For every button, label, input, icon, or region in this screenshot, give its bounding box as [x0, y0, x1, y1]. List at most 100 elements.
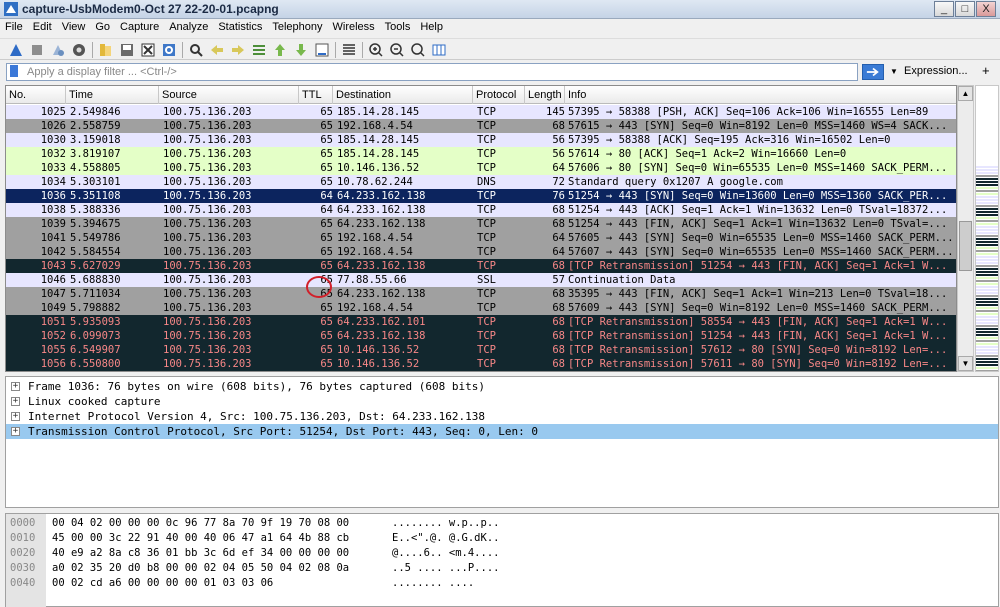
column-header-info[interactable]: Info	[565, 86, 956, 104]
column-header-destination[interactable]: Destination	[333, 86, 473, 104]
packet-destination: 64.233.162.138	[337, 330, 426, 342]
filter-bookmark-icon[interactable]	[10, 65, 18, 77]
byte-offset[interactable]: 0020	[10, 546, 35, 561]
byte-hex[interactable]: 40 e9 a2 8a c8 36 01 bb 3c 6d ef 34 00 0…	[52, 546, 349, 561]
packet-minimap[interactable]	[975, 85, 999, 372]
packet-list: No. Time Source TTL Destination Protocol…	[5, 85, 957, 372]
column-header-source[interactable]: Source	[159, 86, 299, 104]
table-row[interactable]: 1056 6.550800 100.75.136.203 65 10.146.136.5…	[6, 357, 956, 371]
byte-hex[interactable]: 00 04 02 00 00 00 0c 96 77 8a 70 9f 19 7…	[52, 516, 349, 531]
go-last-packet-icon[interactable]	[293, 42, 309, 58]
scrollbar-thumb[interactable]	[959, 221, 972, 271]
table-row[interactable]: 1030 3.159018 100.75.136.203 65 185.14.28.14…	[6, 133, 956, 147]
capture-options-icon[interactable]	[71, 42, 87, 58]
table-row[interactable]: 1043 5.627029 100.75.136.203 65 64.233.162.1…	[6, 259, 956, 273]
display-filter-input[interactable]: Apply a display filter ... <Ctrl-/>	[6, 63, 858, 81]
table-row[interactable]: 1052 6.099073 100.75.136.203 65 64.233.162.1…	[6, 329, 956, 343]
expand-plus-icon[interactable]: +	[11, 397, 20, 406]
byte-ascii[interactable]: E..<".@. @.G.dK..	[392, 531, 499, 546]
menu-capture[interactable]: Capture	[115, 19, 164, 35]
detail-tree-item[interactable]: + Transmission Control Protocol, Src Port…	[6, 424, 998, 439]
go-forward-icon[interactable]	[230, 42, 246, 58]
column-header-time[interactable]: Time	[66, 86, 159, 104]
restart-capture-icon[interactable]	[50, 42, 66, 58]
menu-statistics[interactable]: Statistics	[213, 19, 267, 35]
table-row[interactable]: 1026 2.558759 100.75.136.203 65 192.168.4.54…	[6, 119, 956, 133]
scroll-down-icon[interactable]: ▼	[958, 356, 973, 371]
reload-file-icon[interactable]	[161, 42, 177, 58]
table-row[interactable]: 1032 3.819107 100.75.136.203 65 185.14.28.14…	[6, 147, 956, 161]
byte-offset[interactable]: 0010	[10, 531, 35, 546]
find-packet-icon[interactable]	[188, 42, 204, 58]
detail-tree-item[interactable]: + Linux cooked capture	[6, 394, 998, 409]
byte-hex[interactable]: 45 00 00 3c 22 91 40 00 40 06 47 a1 64 4…	[52, 531, 349, 546]
filter-history-chevron-down-icon[interactable]: ▼	[888, 64, 900, 80]
column-header-length[interactable]: Length	[525, 86, 565, 104]
table-row[interactable]: 1049 5.798882 100.75.136.203 65 192.168.4.54…	[6, 301, 956, 315]
normal-size-icon[interactable]	[410, 42, 426, 58]
byte-hex[interactable]: a0 02 35 20 d0 b8 00 00 02 04 05 50 04 0…	[52, 561, 349, 576]
expand-plus-icon[interactable]: +	[11, 382, 20, 391]
byte-offset[interactable]: 0030	[10, 561, 35, 576]
table-row[interactable]: 1046 5.688830 100.75.136.203 65 77.88.55.66 S…	[6, 273, 956, 287]
table-row[interactable]: 1051 5.935093 100.75.136.203 65 64.233.162.1…	[6, 315, 956, 329]
menu-help[interactable]: Help	[415, 19, 448, 35]
table-row[interactable]: 1055 6.549907 100.75.136.203 65 10.146.136.5…	[6, 343, 956, 357]
go-back-icon[interactable]	[209, 42, 225, 58]
minimap-stripe	[976, 331, 998, 333]
save-file-icon[interactable]	[119, 42, 135, 58]
scroll-up-icon[interactable]: ▲	[958, 86, 973, 101]
menu-view[interactable]: View	[57, 19, 91, 35]
menu-telephony[interactable]: Telephony	[267, 19, 327, 35]
byte-ascii[interactable]: ..5 .... ...P....	[392, 561, 499, 576]
minimap-stripe	[976, 211, 998, 213]
close-button[interactable]: X	[976, 1, 996, 17]
packet-list-scrollbar[interactable]: ▲ ▼	[957, 85, 974, 372]
byte-offset[interactable]: 0040	[10, 576, 35, 591]
table-row[interactable]: 1034 5.303101 100.75.136.203 65 10.78.62.244…	[6, 175, 956, 189]
table-row[interactable]: 1039 5.394675 100.75.136.203 65 64.233.162.1…	[6, 217, 956, 231]
menu-file[interactable]: File	[0, 19, 28, 35]
column-header-no[interactable]: No.	[6, 86, 66, 104]
byte-ascii[interactable]: ........ ....	[392, 576, 474, 591]
packet-length: 68	[552, 358, 565, 370]
stop-capture-icon[interactable]	[29, 42, 45, 58]
zoom-in-icon[interactable]	[368, 42, 384, 58]
byte-ascii[interactable]: @....6.. <m.4....	[392, 546, 499, 561]
menu-tools[interactable]: Tools	[380, 19, 416, 35]
start-capture-icon[interactable]	[8, 42, 24, 58]
menu-wireless[interactable]: Wireless	[328, 19, 380, 35]
detail-tree-item[interactable]: + Frame 1036: 76 bytes on wire (608 bits)…	[6, 379, 998, 394]
open-file-icon[interactable]	[98, 42, 114, 58]
apply-filter-arrow-icon[interactable]	[862, 64, 884, 80]
table-row[interactable]: 1041 5.549786 100.75.136.203 65 192.168.4.54…	[6, 231, 956, 245]
column-header-protocol[interactable]: Protocol	[473, 86, 525, 104]
byte-ascii[interactable]: ........ w.p..p..	[392, 516, 499, 531]
add-filter-button[interactable]: +	[982, 63, 990, 78]
colorize-icon[interactable]	[341, 42, 357, 58]
resize-columns-icon[interactable]	[431, 42, 447, 58]
table-row[interactable]: 1047 5.711034 100.75.136.203 65 64.233.162.1…	[6, 287, 956, 301]
table-row[interactable]: 1042 5.584554 100.75.136.203 65 192.168.4.54…	[6, 245, 956, 259]
table-row[interactable]: 1025 2.549846 100.75.136.203 65 185.14.28.14…	[6, 105, 956, 119]
maximize-button[interactable]: □	[955, 1, 975, 17]
expand-plus-icon[interactable]: +	[11, 427, 20, 436]
close-file-icon[interactable]	[140, 42, 156, 58]
auto-scroll-icon[interactable]	[314, 42, 330, 58]
go-first-packet-icon[interactable]	[272, 42, 288, 58]
byte-hex[interactable]: 00 02 cd a6 00 00 00 00 01 03 03 06	[52, 576, 273, 591]
expression-button[interactable]: Expression...	[904, 65, 968, 77]
expand-plus-icon[interactable]: +	[11, 412, 20, 421]
minimize-button[interactable]: _	[934, 1, 954, 17]
go-to-packet-icon[interactable]	[251, 42, 267, 58]
table-row[interactable]: 1036 5.351108 100.75.136.203 64 64.233.162.1…	[6, 189, 956, 203]
table-row[interactable]: 1038 5.388336 100.75.136.203 64 64.233.162.1…	[6, 203, 956, 217]
column-header-ttl[interactable]: TTL	[299, 86, 333, 104]
menu-analyze[interactable]: Analyze	[164, 19, 213, 35]
byte-offset[interactable]: 0000	[10, 516, 35, 531]
table-row[interactable]: 1033 4.558805 100.75.136.203 65 10.146.136.5…	[6, 161, 956, 175]
zoom-out-icon[interactable]	[389, 42, 405, 58]
menu-edit[interactable]: Edit	[28, 19, 57, 35]
menu-go[interactable]: Go	[90, 19, 115, 35]
detail-tree-item[interactable]: + Internet Protocol Version 4, Src: 100.7…	[6, 409, 998, 424]
